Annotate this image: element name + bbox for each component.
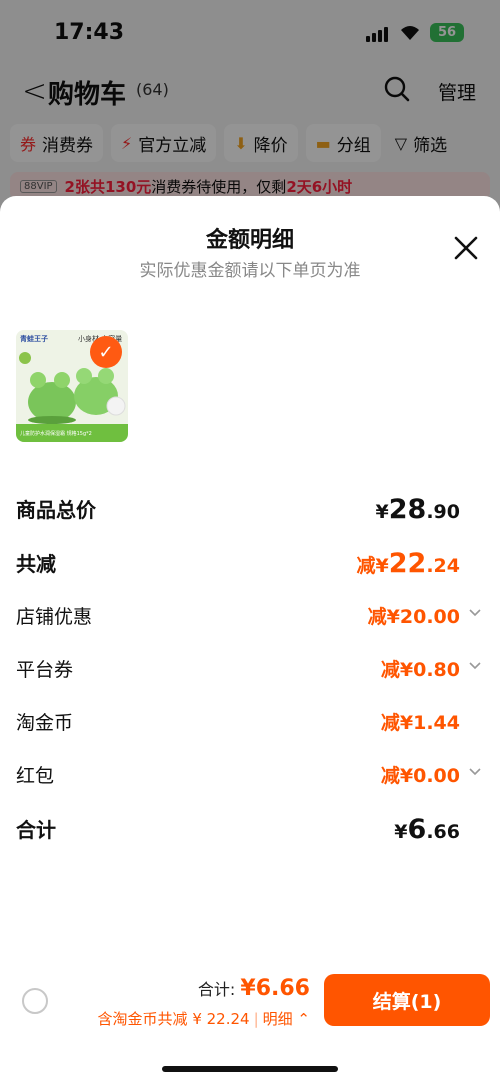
bottom-saved[interactable]: 含淘金币共减 ¥ 22.24 | 明细 ⌃	[98, 1008, 310, 1029]
saved-text: 含淘金币共减 ¥ 22.24	[97, 1010, 250, 1028]
row-sum: 合计 ¥6.66	[16, 814, 484, 854]
sheet-title: 金额明细	[205, 228, 294, 253]
shop-discount-label: 店铺优惠	[16, 606, 93, 628]
red-packet-label: 红包	[16, 765, 55, 787]
check-icon: ✓	[90, 336, 122, 368]
shop-discount-value: 减¥20.00	[367, 606, 460, 628]
row-platform-coupon[interactable]: 平台券 减¥0.80	[16, 655, 484, 695]
chevron-down-icon[interactable]	[468, 606, 482, 620]
sum-value: ¥6.66	[394, 814, 460, 845]
product-caption: 儿童防护水润保湿霜 规格15g*2	[20, 430, 92, 437]
row-total-price: 商品总价 ¥28.90	[16, 494, 484, 534]
amount-detail-sheet: 金额明细 实际优惠金额请以下单页为准 青蛙王子 小身材 大容量 儿童防护水润保湿…	[0, 196, 500, 1082]
total-price-label: 商品总价	[16, 498, 96, 522]
select-all-radio[interactable]	[22, 988, 48, 1014]
close-icon[interactable]	[452, 234, 480, 262]
sheet-subtitle: 实际优惠金额请以下单页为准	[139, 261, 361, 281]
checkout-bar: 合计: ¥6.66 含淘金币共减 ¥ 22.24 | 明细 ⌃ 结算(1)	[0, 972, 500, 1082]
chevron-up-icon[interactable]: ⌃	[293, 1010, 310, 1028]
bottom-total: 合计: ¥6.66	[198, 976, 310, 1001]
row-total-reduction: 共减 减¥22.24	[16, 548, 484, 588]
bottom-total-value: ¥6.66	[240, 976, 310, 1001]
total-reduction-label: 共减	[16, 552, 56, 576]
chevron-down-icon[interactable]	[468, 765, 482, 779]
taobao-coin-value: 减¥1.44	[380, 712, 460, 734]
platform-coupon-label: 平台券	[16, 659, 74, 681]
detail-link[interactable]: 明细	[263, 1010, 293, 1028]
bottom-total-label: 合计:	[197, 980, 236, 999]
home-indicator	[162, 1066, 338, 1072]
platform-coupon-value: 减¥0.80	[380, 659, 460, 681]
row-shop-discount[interactable]: 店铺优惠 减¥20.00	[16, 602, 484, 642]
total-reduction-value: 减¥22.24	[356, 548, 460, 579]
taobao-coin-label: 淘金币	[16, 712, 74, 734]
row-taobao-coin: 淘金币 减¥1.44	[16, 708, 484, 748]
sum-label: 合计	[16, 818, 56, 842]
checkout-button[interactable]: 结算(1)	[324, 974, 490, 1026]
chevron-down-icon[interactable]	[468, 659, 482, 673]
red-packet-value: 减¥0.00	[380, 765, 460, 787]
total-price-value: ¥28.90	[375, 494, 460, 525]
product-brand: 青蛙王子	[20, 334, 48, 343]
row-red-packet[interactable]: 红包 减¥0.00	[16, 761, 484, 801]
